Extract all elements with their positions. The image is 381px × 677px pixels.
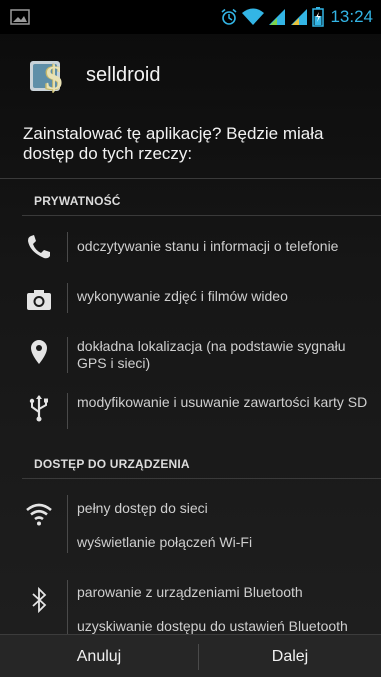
permission-label: wykonywanie zdjęć i filmów wideo xyxy=(77,288,288,304)
signal-icon xyxy=(291,9,308,25)
permission-label: parowanie z urządzeniami Bluetooth xyxy=(77,584,303,600)
permission-label: dokładna lokalizacja (na podstawie sygna… xyxy=(77,338,346,371)
app-name: selldroid xyxy=(86,64,161,86)
app-header: $ $ selldroid xyxy=(0,38,381,114)
status-icons: 13:24 xyxy=(220,7,373,27)
divider xyxy=(0,178,381,179)
section-title-device-access: DOSTĘP DO URZĄDZENIA xyxy=(34,457,190,471)
app-icon: $ $ xyxy=(30,58,63,95)
wifi-icon xyxy=(242,8,265,25)
permission-label: pełny dostęp do sieci xyxy=(77,500,208,516)
permission-separator xyxy=(67,580,68,634)
permission-separator xyxy=(67,232,68,262)
location-icon xyxy=(31,340,47,364)
status-bar: 13:24 xyxy=(0,0,381,34)
section-divider xyxy=(22,478,381,479)
status-time: 13:24 xyxy=(330,7,373,26)
bluetooth-icon xyxy=(32,586,47,614)
cancel-button[interactable]: Anuluj xyxy=(0,635,198,677)
battery-icon xyxy=(312,7,325,27)
signal-icon xyxy=(269,9,286,25)
permission-label: wyświetlanie połączeń Wi-Fi xyxy=(77,534,253,550)
permission-label: odczytywanie stanu i informacji o telefo… xyxy=(77,238,339,254)
camera-icon xyxy=(27,290,51,310)
wifi-icon xyxy=(26,503,52,526)
usb-icon xyxy=(29,395,48,422)
permission-separator xyxy=(67,283,68,313)
alarm-icon xyxy=(221,8,237,25)
permission-label: modyfikowanie i usuwanie zawartości kart… xyxy=(77,394,368,410)
section-divider xyxy=(22,215,381,216)
notification-icon xyxy=(10,9,30,25)
svg-text:$: $ xyxy=(46,60,63,95)
install-question: Zainstalować tę aplikację? Będzie miała … xyxy=(23,124,324,163)
permission-label: uzyskiwanie dostępu do ustawień Bluetoot… xyxy=(77,618,348,634)
next-button[interactable]: Dalej xyxy=(199,635,381,677)
section-title-privacy: PRYWATNOŚĆ xyxy=(34,194,121,208)
permission-separator xyxy=(67,495,68,553)
permission-separator xyxy=(67,393,68,429)
install-permissions-screen: 13:24 $ $ selldroid Zainstalować tę apli… xyxy=(0,0,381,677)
phone-icon xyxy=(28,235,50,259)
permission-separator xyxy=(67,337,68,373)
button-bar: Anuluj Dalej xyxy=(0,634,381,677)
